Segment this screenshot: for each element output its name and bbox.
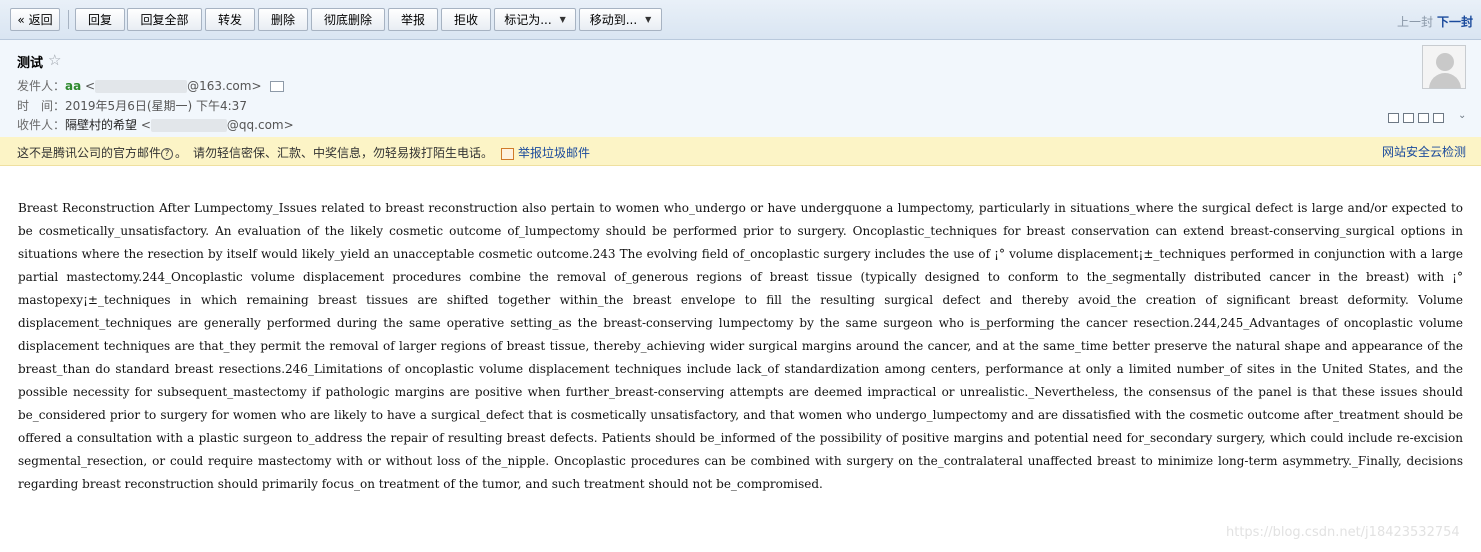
recipient-name[interactable]: 隔壁村的希望 (65, 118, 137, 132)
avatar-body (1429, 73, 1461, 88)
view-source-icon[interactable] (1403, 113, 1414, 123)
recipient-row: 收件人：隔壁村的希望 < @qq.com> (17, 116, 294, 133)
recipient-label: 收件人： (17, 118, 66, 132)
delete-permanently-button[interactable]: 彻底删除 (311, 8, 385, 31)
mail-subject: 测试 (17, 56, 44, 71)
back-button[interactable]: « 返回 (10, 8, 60, 31)
warning-text-b: 。 请勿轻信密保、汇款、中奖信息，勿轻易拨打陌生电话。 (175, 146, 494, 160)
reject-button[interactable]: 拒收 (441, 8, 491, 31)
chevron-down-icon: ▼ (559, 15, 566, 24)
move-to-label: 移动到... (589, 13, 638, 27)
sender-row: 发件人：aa < @163.com> (17, 77, 284, 94)
forward-button[interactable]: 转发 (205, 8, 255, 31)
warning-text: 这不是腾讯公司的官方邮件?。 请勿轻信密保、汇款、中奖信息，勿轻易拨打陌生电话。 (17, 144, 493, 161)
sender-address-suffix: @163.com> (187, 79, 262, 93)
star-icon[interactable]: ☆ (48, 51, 61, 69)
default-avatar-icon[interactable] (1422, 45, 1466, 89)
delete-button[interactable]: 删除 (258, 8, 308, 31)
time-value: 2019年5月6日(星期一) 下午4:37 (65, 99, 247, 113)
reply-all-button[interactable]: 回复全部 (127, 8, 202, 31)
chevron-down-icon: ▼ (645, 15, 652, 24)
chevron-down-icon[interactable]: ⌄ (1458, 110, 1466, 121)
blog-watermark: https://blog.csdn.net/j18423532754 (1226, 525, 1460, 540)
report-spam-label: 举报垃圾邮件 (518, 146, 591, 160)
security-warning-bar: 这不是腾讯公司的官方邮件?。 请勿轻信密保、汇款、中奖信息，勿轻易拨打陌生电话。… (0, 137, 1481, 166)
sender-name[interactable]: aa (65, 79, 81, 93)
mark-as-dropdown[interactable]: 标记为... ▼ (494, 8, 576, 31)
help-icon[interactable]: ? (161, 147, 174, 160)
mail-header: 测试 ☆ 发件人：aa < @163.com> 时 间：2019年5月6日(星期一… (0, 40, 1481, 137)
time-label: 时 间： (17, 99, 66, 113)
avatar-head (1436, 53, 1454, 71)
next-mail-link[interactable]: 下一封 (1437, 13, 1473, 30)
move-to-dropdown[interactable]: 移动到... ▼ (579, 8, 662, 31)
sender-address-prefix: < (85, 79, 96, 93)
toolbar-separator (68, 10, 69, 29)
previous-mail-link[interactable]: 上一封 (1397, 13, 1433, 30)
report-spam-link[interactable]: 举报垃圾邮件 (501, 144, 590, 161)
sender-label: 发件人： (17, 79, 66, 93)
reply-button[interactable]: 回复 (75, 8, 125, 31)
mark-as-label: 标记为... (504, 13, 552, 27)
warning-text-a: 这不是腾讯公司的官方邮件 (17, 146, 162, 160)
report-button[interactable]: 举报 (388, 8, 438, 31)
mail-toolbar: « 返回 回复 回复全部 转发 删除 彻底删除 举报 拒收 标记为... ▼ 移… (0, 0, 1481, 40)
recipient-address-suffix: @qq.com> (226, 118, 294, 132)
contact-card-icon[interactable] (269, 81, 284, 92)
time-row: 时 间：2019年5月6日(星期一) 下午4:37 (17, 97, 247, 114)
redacted-address (95, 80, 188, 93)
mail-tools (1388, 113, 1448, 123)
new-window-icon[interactable] (1388, 113, 1399, 123)
save-icon[interactable] (1418, 113, 1429, 123)
redacted-address (150, 119, 227, 132)
report-flag-icon (501, 147, 514, 160)
recipient-address-prefix: < (140, 118, 151, 132)
mail-body-text: Breast Reconstruction After Lumpectomy_I… (18, 201, 1463, 491)
security-check-link[interactable]: 网站安全云检测 (1382, 143, 1466, 160)
print-icon[interactable] (1433, 113, 1444, 123)
